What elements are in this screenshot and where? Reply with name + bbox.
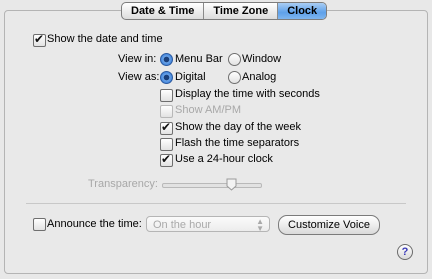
analog-radio[interactable] bbox=[228, 71, 241, 84]
announce-label: Announce the time: bbox=[47, 218, 142, 230]
tab-bar: Date & Time Time Zone Clock bbox=[121, 2, 328, 20]
24-hour-label: Use a 24-hour clock bbox=[175, 153, 273, 165]
menu-bar-radio[interactable] bbox=[160, 53, 173, 66]
day-of-week-checkbox[interactable] bbox=[160, 120, 173, 135]
tab-clock[interactable]: Clock bbox=[278, 3, 327, 19]
separator bbox=[26, 203, 406, 204]
digital-label: Digital bbox=[175, 71, 206, 83]
view-in-label: View in: bbox=[118, 53, 157, 65]
ampm-checkbox[interactable] bbox=[160, 105, 173, 118]
announce-checkbox[interactable] bbox=[33, 218, 46, 231]
transparency-slider-thumb[interactable] bbox=[226, 178, 237, 191]
customize-voice-button[interactable]: Customize Voice bbox=[278, 215, 380, 235]
seconds-checkbox[interactable] bbox=[160, 89, 173, 102]
show-date-time-checkbox[interactable] bbox=[33, 32, 46, 47]
tab-date-time[interactable]: Date & Time bbox=[122, 3, 205, 19]
transparency-slider-track[interactable] bbox=[162, 183, 262, 188]
help-button[interactable]: ? bbox=[397, 244, 413, 260]
interval-popup[interactable]: On the hour ▲ ▼ bbox=[146, 216, 270, 233]
seconds-label: Display the time with seconds bbox=[175, 88, 320, 100]
ampm-label: Show AM/PM bbox=[175, 104, 242, 116]
transparency-label: Transparency: bbox=[88, 178, 158, 190]
digital-radio[interactable] bbox=[160, 71, 173, 84]
window-radio[interactable] bbox=[228, 53, 241, 66]
flash-separators-label: Flash the time separators bbox=[175, 137, 300, 149]
popup-arrows-icon: ▲ ▼ bbox=[256, 217, 264, 233]
interval-value: On the hour bbox=[153, 219, 212, 231]
window-label: Window bbox=[242, 53, 282, 65]
view-as-label: View as: bbox=[118, 71, 160, 83]
show-date-time-label: Show the date and time bbox=[47, 33, 163, 45]
tab-time-zone[interactable]: Time Zone bbox=[204, 3, 279, 19]
analog-label: Analog bbox=[242, 71, 277, 83]
24-hour-checkbox[interactable] bbox=[160, 152, 173, 167]
day-of-week-label: Show the day of the week bbox=[175, 121, 301, 133]
menu-bar-label: Menu Bar bbox=[175, 53, 223, 65]
flash-separators-checkbox[interactable] bbox=[160, 138, 173, 151]
